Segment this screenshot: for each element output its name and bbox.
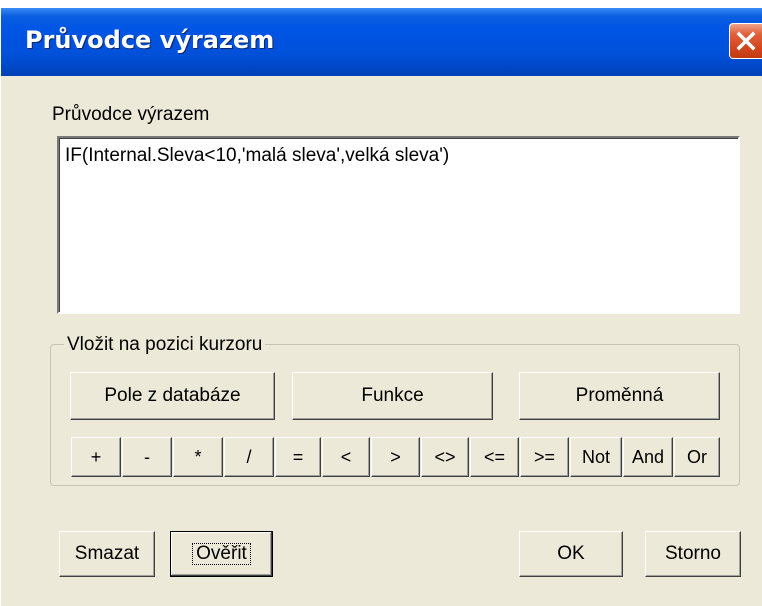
expression-text: IF(Internal.Sleva<10,'malá sleva',velká … [65, 145, 450, 166]
window-title: Průvodce výrazem [25, 26, 275, 54]
operator-label: + [90, 446, 102, 467]
operator-greater-than-button[interactable]: > [371, 437, 420, 477]
operator-label: <> [434, 446, 456, 467]
verify-button-label: Ověřit [192, 543, 251, 565]
insert-function-label: Funkce [361, 385, 424, 406]
operator-plus-button[interactable]: + [71, 437, 121, 477]
insert-field-button[interactable]: Pole z databáze [70, 372, 275, 420]
operator-or-button[interactable]: Or [674, 437, 720, 477]
insert-variable-button[interactable]: Proměnná [519, 372, 720, 420]
operator-multiply-button[interactable]: * [173, 437, 223, 477]
insert-variable-label: Proměnná [575, 385, 664, 406]
expression-textarea[interactable]: IF(Internal.Sleva<10,'malá sleva',velká … [57, 136, 740, 314]
operator-label: < [340, 446, 352, 467]
operator-equals-button[interactable]: = [275, 437, 321, 477]
cancel-button[interactable]: Storno [645, 531, 741, 577]
operator-minus-button[interactable]: - [122, 437, 172, 477]
close-button[interactable] [729, 23, 762, 59]
verify-button[interactable]: Ověřit [170, 531, 273, 577]
operator-divide-button[interactable]: / [224, 437, 274, 477]
clear-button[interactable]: Smazat [59, 531, 155, 577]
operator-label: * [194, 446, 202, 467]
operator-label: Or [687, 446, 707, 467]
operator-greater-equal-button[interactable]: >= [520, 437, 569, 477]
operator-and-button[interactable]: And [623, 437, 673, 477]
expression-label: Průvodce výrazem [52, 104, 210, 125]
insert-field-label: Pole z databáze [104, 385, 241, 406]
insert-group-legend: Vložit na pozici kurzoru [64, 334, 266, 356]
operator-less-equal-button[interactable]: <= [470, 437, 519, 477]
ok-button-label: OK [557, 543, 585, 564]
insert-function-button[interactable]: Funkce [292, 372, 493, 420]
operator-label: = [292, 446, 304, 467]
operator-label: >= [533, 446, 556, 467]
title-bar[interactable]: Průvodce výrazem [1, 8, 762, 76]
operator-less-than-button[interactable]: < [322, 437, 370, 477]
operator-label: <= [483, 446, 506, 467]
clear-button-label: Smazat [74, 543, 140, 564]
close-icon [736, 31, 756, 51]
operator-label: > [390, 446, 401, 467]
operator-label: - [144, 446, 150, 467]
operator-not-equal-button[interactable]: <> [421, 437, 469, 477]
cancel-button-label: Storno [665, 543, 721, 564]
operator-label: Not [581, 446, 610, 467]
operator-label: / [246, 446, 252, 467]
ok-button[interactable]: OK [519, 531, 623, 577]
operator-not-button[interactable]: Not [570, 437, 622, 477]
operator-label: And [631, 446, 665, 467]
